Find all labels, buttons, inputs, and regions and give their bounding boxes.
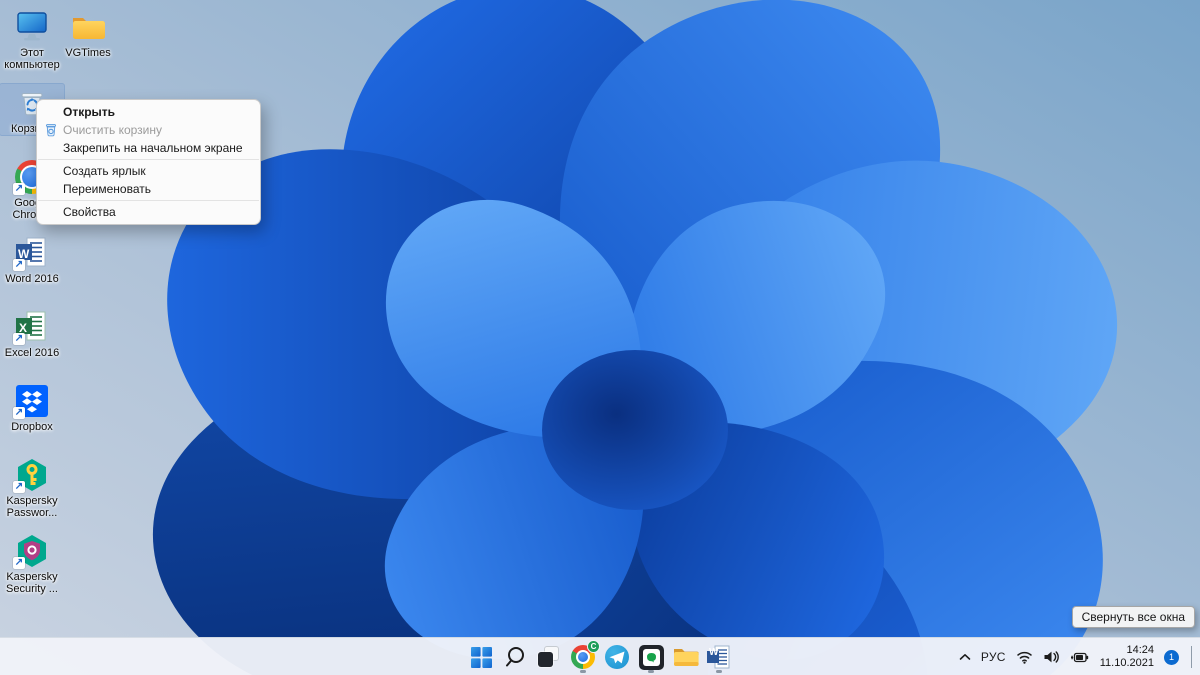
desktop-icon-this-pc[interactable]: Этот компьютер: [0, 8, 64, 71]
menu-item-properties[interactable]: Свойства: [37, 203, 260, 221]
windows-desktop[interactable]: Этот компьютер VGTimes Корзина ↗ Google …: [0, 0, 1200, 675]
file-explorer-icon: [673, 649, 699, 666]
menu-separator: [38, 200, 259, 201]
shortcut-arrow-icon: ↗: [13, 557, 25, 569]
menu-item-label: Очистить корзину: [63, 123, 162, 137]
taskbar: C W РУС 14:24 11.10.2021 1: [0, 637, 1200, 675]
desktop-icon-kaspersky-password[interactable]: ↗ Kaspersky Passwor...: [0, 456, 64, 519]
excel-icon: X ↗: [12, 308, 52, 346]
menu-item-empty-recycle-bin[interactable]: Очистить корзину: [37, 121, 260, 139]
running-indicator: [716, 670, 722, 673]
shortcut-arrow-icon: ↗: [13, 407, 25, 419]
icon-label: Kaspersky Security ...: [6, 571, 58, 595]
dropbox-icon: ↗: [12, 382, 52, 420]
desktop-icon-word-2016[interactable]: W ↗ Word 2016: [0, 234, 64, 285]
icon-label: Excel 2016: [4, 347, 60, 359]
word-icon: W ↗: [12, 234, 52, 272]
clock-date: 11.10.2021: [1099, 657, 1154, 669]
clock-time: 14:24: [1126, 644, 1154, 656]
tray-overflow-button[interactable]: [954, 642, 976, 672]
desktop-icon-kaspersky-security[interactable]: ↗ Kaspersky Security ...: [0, 532, 64, 595]
this-pc-icon: [12, 8, 52, 46]
taskbar-center-icons: C W: [464, 638, 736, 675]
menu-separator: [38, 159, 259, 160]
taskbar-telegram-button[interactable]: [600, 639, 634, 675]
telegram-icon: [605, 645, 629, 669]
shortcut-arrow-icon: ↗: [13, 481, 25, 493]
desktop-icon-excel-2016[interactable]: X ↗ Excel 2016: [0, 308, 64, 359]
search-button[interactable]: [498, 639, 532, 675]
kaspersky-password-icon: ↗: [12, 456, 52, 494]
menu-item-create-shortcut[interactable]: Создать ярлык: [37, 162, 260, 180]
icon-label: Этот компьютер: [4, 47, 60, 71]
menu-item-pin-to-start[interactable]: Закрепить на начальном экране: [37, 139, 260, 157]
icon-label: VGTimes: [65, 47, 111, 59]
running-indicator: [580, 670, 586, 673]
language-indicator[interactable]: РУС: [976, 642, 1011, 672]
notification-badge[interactable]: 1: [1164, 649, 1179, 665]
system-tray: РУС 14:24 11.10.2021 1: [954, 638, 1192, 675]
menu-item-rename[interactable]: Переименовать: [37, 180, 260, 198]
show-desktop-tooltip: Свернуть все окна: [1071, 606, 1195, 628]
kaspersky-security-icon: ↗: [12, 532, 52, 570]
clock[interactable]: 14:24 11.10.2021: [1094, 644, 1160, 670]
windows-logo-icon: [470, 646, 492, 668]
icon-label: Dropbox: [11, 421, 53, 433]
recycle-bin-context-menu: Открыть Очистить корзину Закрепить на на…: [36, 99, 261, 225]
desktop-icon-vgtimes[interactable]: VGTimes: [56, 8, 120, 59]
chrome-profile-badge: C: [587, 640, 600, 653]
empty-recycle-bin-icon: [44, 123, 58, 137]
task-view-button[interactable]: [532, 639, 566, 675]
taskbar-word-button[interactable]: W: [702, 639, 736, 675]
volume-icon[interactable]: [1038, 642, 1064, 672]
folder-icon: [68, 8, 108, 46]
battery-icon[interactable]: [1064, 642, 1094, 672]
evernote-icon: [638, 644, 664, 670]
taskbar-evernote-button[interactable]: [634, 639, 668, 675]
shortcut-arrow-icon: ↗: [13, 259, 25, 271]
search-icon: [506, 647, 524, 667]
running-indicator: [648, 670, 654, 673]
icon-label: Word 2016: [5, 273, 59, 285]
shortcut-arrow-icon: ↗: [13, 333, 25, 345]
desktop-icon-dropbox[interactable]: ↗ Dropbox: [0, 382, 64, 433]
start-button[interactable]: [464, 639, 498, 675]
show-desktop-button[interactable]: [1191, 646, 1192, 668]
shortcut-arrow-icon: ↗: [13, 183, 25, 195]
wifi-icon[interactable]: [1011, 642, 1038, 672]
menu-item-open[interactable]: Открыть: [37, 103, 260, 121]
taskbar-chrome-button[interactable]: C: [566, 639, 600, 675]
chevron-up-icon: [959, 653, 971, 660]
taskbar-explorer-button[interactable]: [668, 639, 702, 675]
icon-label: Kaspersky Passwor...: [6, 495, 58, 519]
